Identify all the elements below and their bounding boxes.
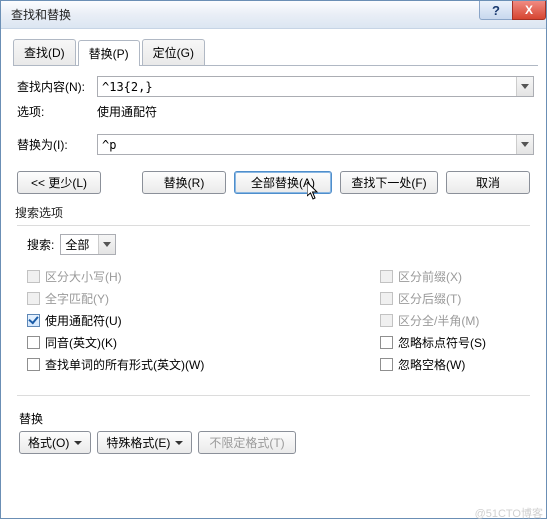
chevron-down-icon <box>74 441 82 445</box>
tab-replace[interactable]: 替换(P) <box>78 40 140 66</box>
checkbox[interactable] <box>27 314 40 327</box>
cb-match-suffix: 区分后缀(T) <box>380 289 520 307</box>
checkbox[interactable] <box>380 358 393 371</box>
search-scope-label: 搜索: <box>27 236 54 253</box>
replace-input[interactable] <box>97 134 534 155</box>
checkbox[interactable] <box>27 358 40 371</box>
replace-section-label: 替换 <box>19 410 538 427</box>
search-options-label: 搜索选项 <box>15 204 538 221</box>
checkbox <box>380 292 393 305</box>
format-button[interactable]: 格式(O) <box>19 431 91 454</box>
checkbox <box>27 292 40 305</box>
checkbox <box>27 270 40 283</box>
checkbox[interactable] <box>380 336 393 349</box>
find-history-dropdown[interactable] <box>516 77 533 96</box>
less-button[interactable]: << 更少(L) <box>17 171 101 194</box>
chevron-down-icon <box>521 84 529 89</box>
cb-all-word-forms[interactable]: 查找单词的所有形式(英文)(W) <box>27 355 380 373</box>
checkbox-columns: 区分大小写(H) 全字匹配(Y) 使用通配符(U) 同音(英文)(K) <box>27 263 520 377</box>
replace-row: 替换为(I): <box>17 134 534 155</box>
cb-ignore-punct[interactable]: 忽略标点符号(S) <box>380 333 520 351</box>
cb-ignore-space[interactable]: 忽略空格(W) <box>380 355 520 373</box>
options-value: 使用通配符 <box>97 103 157 120</box>
client-area: 查找(D) 替换(P) 定位(G) 查找内容(N): 选项: 使用通配符 替换为… <box>1 29 546 470</box>
special-format-button[interactable]: 特殊格式(E) <box>97 431 192 454</box>
chevron-down-icon <box>103 242 111 247</box>
close-button[interactable]: X <box>512 1 546 20</box>
chevron-down-icon <box>521 142 529 147</box>
search-options-panel: 搜索: 区分大小写(H) 全字匹配(Y) <box>17 225 530 396</box>
titlebar[interactable]: 查找和替换 ? X <box>1 1 546 29</box>
replace-all-button[interactable]: 全部替换(A) <box>234 171 332 194</box>
dialog-window: 查找和替换 ? X 查找(D) 替换(P) 定位(G) 查找内容(N): 选项:… <box>0 0 547 519</box>
replace-input-wrap <box>97 134 534 155</box>
find-label: 查找内容(N): <box>17 78 97 95</box>
action-button-row: << 更少(L) 替换(R) 全部替换(A) 查找下一处(F) 取消 <box>17 171 530 194</box>
find-input[interactable] <box>97 76 534 97</box>
window-controls: ? X <box>480 1 546 20</box>
checkbox-col-left: 区分大小写(H) 全字匹配(Y) 使用通配符(U) 同音(英文)(K) <box>27 263 380 377</box>
checkbox <box>380 314 393 327</box>
replace-label: 替换为(I): <box>17 136 97 153</box>
chevron-down-icon <box>175 441 183 445</box>
search-scope-row: 搜索: <box>27 234 520 255</box>
tab-strip: 查找(D) 替换(P) 定位(G) <box>13 39 538 66</box>
replace-button[interactable]: 替换(R) <box>142 171 226 194</box>
checkbox[interactable] <box>27 336 40 349</box>
search-scope-select[interactable] <box>60 234 116 255</box>
cb-sounds-like[interactable]: 同音(英文)(K) <box>27 333 380 351</box>
checkbox-col-right: 区分前缀(X) 区分后缀(T) 区分全/半角(M) 忽略标点符号(S) <box>380 263 520 377</box>
options-label: 选项: <box>17 103 97 120</box>
find-next-button[interactable]: 查找下一处(F) <box>340 171 438 194</box>
no-formatting-button: 不限定格式(T) <box>198 431 295 454</box>
cb-match-case: 区分大小写(H) <box>27 267 380 285</box>
find-row: 查找内容(N): <box>17 76 534 97</box>
cb-match-prefix: 区分前缀(X) <box>380 267 520 285</box>
help-button[interactable]: ? <box>479 1 513 20</box>
options-row: 选项: 使用通配符 <box>17 103 534 120</box>
tab-goto[interactable]: 定位(G) <box>142 39 205 65</box>
watermark: @51CTO博客 <box>475 505 543 521</box>
find-input-wrap <box>97 76 534 97</box>
window-title: 查找和替换 <box>11 6 71 23</box>
tab-find[interactable]: 查找(D) <box>13 39 76 65</box>
cb-whole-word: 全字匹配(Y) <box>27 289 380 307</box>
search-scope-dropdown[interactable] <box>98 235 115 254</box>
replace-format-buttons: 格式(O) 特殊格式(E) 不限定格式(T) <box>19 431 528 454</box>
checkbox <box>380 270 393 283</box>
cancel-button[interactable]: 取消 <box>446 171 530 194</box>
cb-full-half-width: 区分全/半角(M) <box>380 311 520 329</box>
cb-use-wildcards[interactable]: 使用通配符(U) <box>27 311 380 329</box>
replace-history-dropdown[interactable] <box>516 135 533 154</box>
